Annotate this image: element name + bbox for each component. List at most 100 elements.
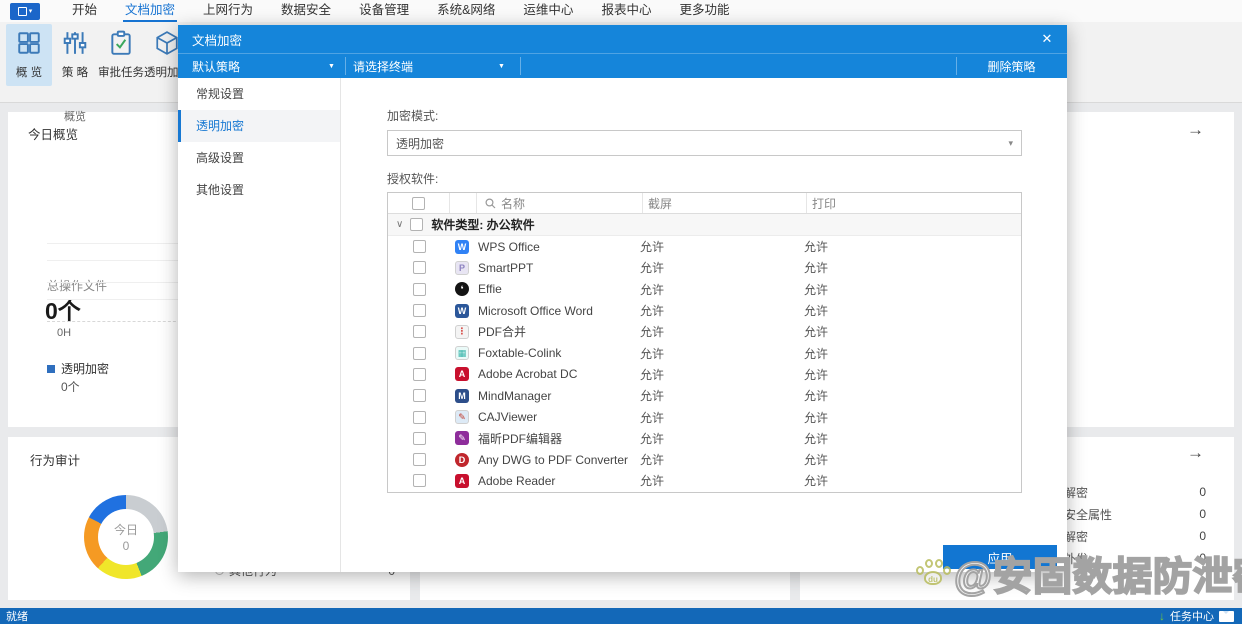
print-permission: 允许 [804,240,829,255]
row-checkbox[interactable] [412,453,426,467]
header-print[interactable]: 打印 [807,193,1021,213]
menu-item-7[interactable]: 运维中心 [509,0,587,22]
dialog-sidebar-item-2[interactable]: 透明加密 [178,110,340,142]
screenshot-permission: 允许 [640,261,665,276]
dialog-sidebar-item-1[interactable]: 常规设置 [178,78,340,110]
header-screenshot[interactable]: 截屏 [643,193,807,213]
row-checkbox[interactable] [412,325,426,339]
chevron-expand-icon[interactable]: ∨ [396,219,403,230]
download-arrow-icon: ↓ [1159,609,1165,623]
menu-item-6[interactable]: 系统&网络 [423,0,509,22]
encrypt-mode-select[interactable]: 透明加密 ▾ [387,130,1022,156]
software-row: ✎ CAJViewer 允许 允许 [388,406,1021,427]
row-checkbox[interactable] [412,261,426,275]
screenshot-permission: 允许 [640,282,665,297]
software-row: ▦ Foxtable-Colink 允许 允许 [388,342,1021,363]
group-label: 软件类型: 办公软件 [431,218,535,232]
menu-item-8[interactable]: 报表中心 [587,0,665,22]
menu-item-4[interactable]: 数据安全 [267,0,345,22]
row-checkbox-cell [388,261,450,275]
bar-divider [345,57,346,75]
apply-button[interactable]: 应用 [943,545,1057,569]
overview-legend-label: 透明加密 [61,362,110,376]
menu-item-9[interactable]: 更多功能 [665,0,743,22]
decrypt-row-value: 0 [1199,529,1206,543]
screenshot-permission: 允许 [640,389,665,404]
dialog-title-bar: 文档加密 [178,25,1067,53]
row-checkbox[interactable] [412,240,426,254]
dialog-sidebar-item-3[interactable]: 高级设置 [178,142,340,174]
overview-legend-value: 0个 [61,380,80,394]
software-row: W Microsoft Office Word 允许 允许 [388,300,1021,321]
group-checkbox[interactable] [410,218,424,231]
row-checkbox-cell [388,240,450,254]
row-checkbox[interactable] [412,304,426,318]
header-name[interactable]: 名称 [477,193,643,213]
header-print-label: 打印 [812,196,837,211]
software-group-row[interactable]: ∨ 软件类型: 办公软件 [388,214,1021,236]
row-checkbox[interactable] [412,282,426,296]
decrypt-arrow-icon[interactable]: → [1187,443,1204,463]
dialog-blue-bar: 默认策略 ▼ 请选择终端 ▼ 删除策略 [178,53,1067,78]
select-all-checkbox[interactable] [412,196,425,210]
app-icon: A [455,367,469,382]
software-row: D Any DWG to PDF Converter 允许 允许 [388,449,1021,470]
overview-legend: 透明加密 [47,360,109,377]
authorized-software-label: 授权软件: [387,172,439,186]
terminal-dropdown[interactable]: 请选择终端 ▼ [353,54,508,79]
app-icon: P [455,260,469,275]
app-name: WPS Office [478,239,540,254]
app-icon: ✎ [455,410,469,425]
app-name: CAJViewer [478,410,538,425]
print-permission: 允许 [804,304,829,319]
row-checkbox[interactable] [412,431,426,445]
row-checkbox-cell [388,410,450,424]
bar-divider [520,57,521,75]
menu-item-3[interactable]: 上网行为 [189,0,267,22]
row-checkbox[interactable] [412,410,426,424]
ribbon-item-label: 审批任务 [98,67,144,79]
menu-item-2[interactable]: 文档加密 [111,0,189,22]
close-icon[interactable]: ✕ [1039,31,1055,47]
menu-item-5[interactable]: 设备管理 [345,0,423,22]
behavior-donut-chart: 今日 0 [84,495,168,579]
software-row: ❛ Effie 允许 允许 [388,279,1021,300]
ribbon-items: 概 览策 略审批任务 透明加密 [6,24,190,86]
app-window-icon [17,6,27,16]
menu-item-1[interactable]: 开始 [58,0,111,22]
ribbon-item-1[interactable]: 概 览 [6,24,52,86]
terminal-dropdown-label: 请选择终端 [353,60,414,74]
behavior-panel-title: 行为审计 [30,454,81,468]
task-center-button[interactable]: 任务中心 [1170,608,1214,624]
row-checkbox[interactable] [412,474,426,488]
delete-policy-button[interactable]: 删除策略 [956,54,1067,79]
mail-icon[interactable] [1219,610,1234,622]
grid-icon [16,30,42,59]
app-icon: ✎ [455,431,469,446]
row-checkbox[interactable] [412,367,426,381]
ribbon-item-2[interactable]: 策 略 [52,24,98,86]
status-bar: 就绪 ↓ 任务中心 [0,608,1242,624]
app-menu-button[interactable]: ▾ [10,2,40,20]
row-checkbox[interactable] [412,389,426,403]
app-menu-caret-icon: ▾ [28,7,33,15]
screenshot-permission: 允许 [640,240,665,255]
encrypt-mode-value: 透明加密 [396,136,445,151]
overview-arrow-icon[interactable]: → [1187,120,1204,140]
search-icon [485,197,496,208]
main-menu: 开始 文档加密 上网行为 数据安全 设备管理 系统&网络 运维中心 报表中心 更多功能 [58,0,743,22]
screenshot-permission: 允许 [640,304,665,319]
print-permission: 允许 [804,367,829,382]
ribbon-item-3[interactable]: 审批任务 [98,24,144,86]
decrypt-row-value: 0 [1199,551,1206,565]
legend-swatch-icon [47,364,55,373]
policy-dropdown[interactable]: 默认策略 ▼ [192,54,335,79]
decrypt-row-value: 0 [1199,485,1206,499]
app-icon: W [455,303,469,318]
clipboard-check-icon [108,30,134,59]
policy-dropdown-label: 默认策略 [192,60,241,74]
dialog-sidebar-item-4[interactable]: 其他设置 [178,174,340,206]
row-checkbox[interactable] [412,346,426,360]
screenshot-permission: 允许 [640,474,665,489]
donut-center-value: 0 [122,539,130,553]
